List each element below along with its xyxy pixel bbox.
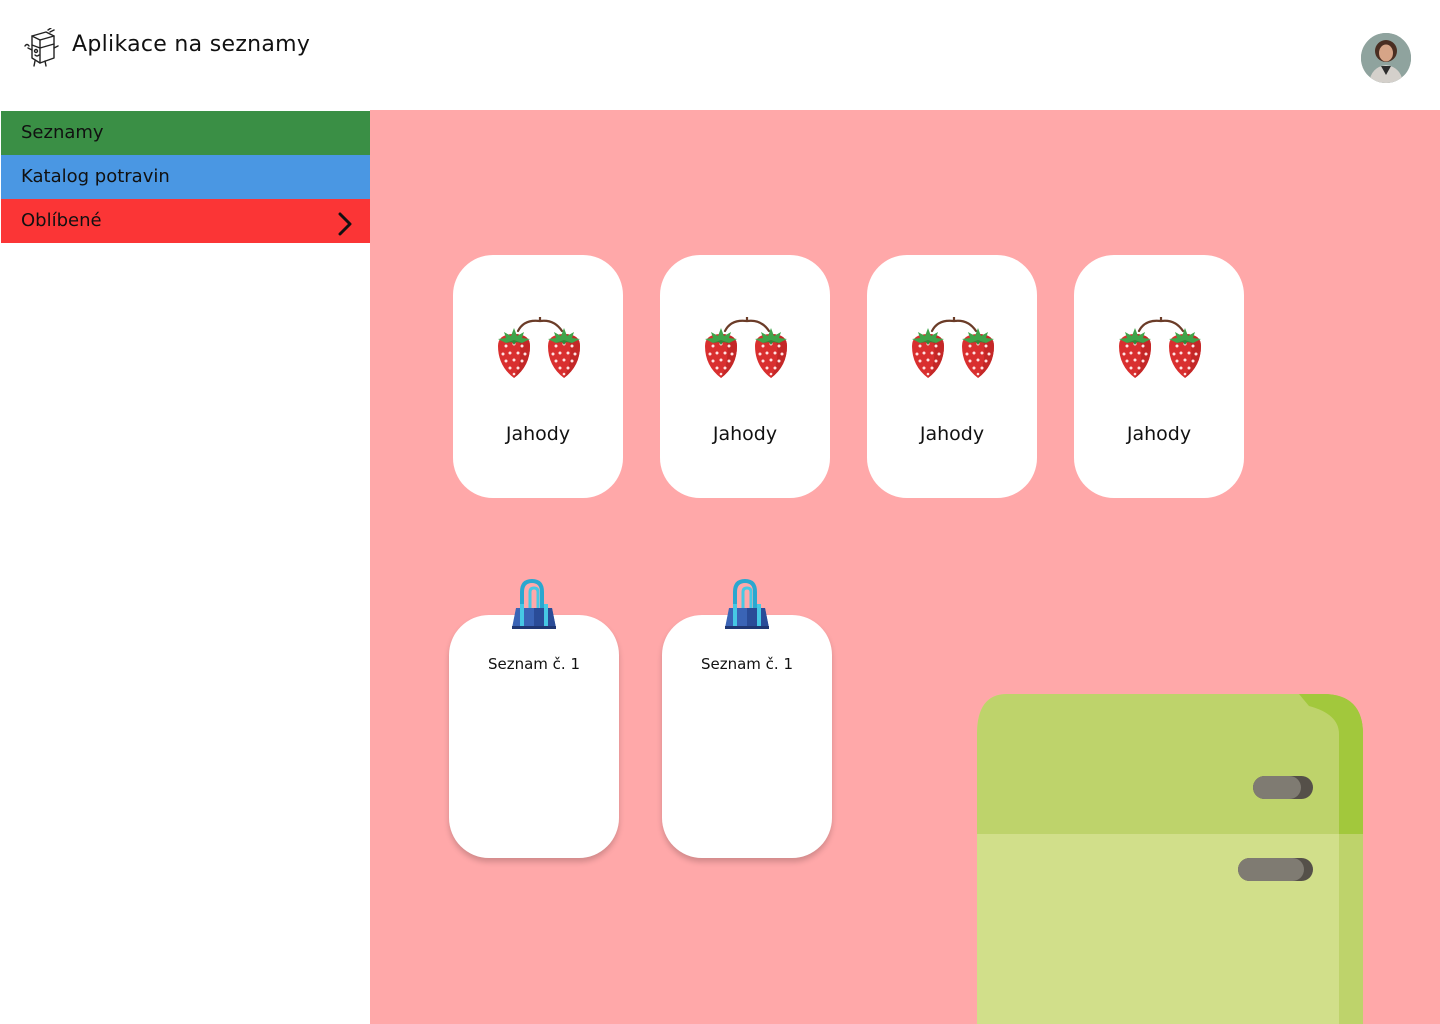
favorite-food-card[interactable]: Jahody [453,255,623,498]
fridge-sketch-icon [22,27,60,68]
app-title: Aplikace na seznamy [72,32,311,57]
food-label: Jahody [505,423,571,445]
strawberry-icon [908,317,1000,385]
favorite-food-card[interactable]: Jahody [660,255,830,498]
food-label: Jahody [712,423,778,445]
app-header: Aplikace na seznamy [0,0,1440,110]
sidebar-item-label: Seznamy [21,122,104,143]
food-label: Jahody [919,423,985,445]
sidebar-item-label: Oblíbené [21,210,102,231]
strawberry-icon [701,317,793,385]
strawberry-icon [1115,317,1207,385]
sidebar-item-seznamy[interactable]: Seznamy [1,111,370,155]
food-label: Jahody [1126,423,1192,445]
chevron-right-icon [332,209,356,236]
list-card[interactable]: Seznam č. 1 [662,615,832,858]
main-content: Jahody Jahody Jahody Jahody Seznam č. 1 … [370,110,1440,1024]
sidebar: Seznamy Katalog potravin Oblíbené [0,110,371,1024]
sidebar-item-katalog-potravin[interactable]: Katalog potravin [1,155,370,199]
sidebar-item-oblibene[interactable]: Oblíbené [1,199,370,243]
favorite-food-card[interactable]: Jahody [1074,255,1244,498]
favorite-food-card[interactable]: Jahody [867,255,1037,498]
binder-clip-icon [723,579,771,631]
binder-clip-icon [510,579,558,631]
fridge-icon [977,694,1363,1024]
user-avatar[interactable] [1361,33,1411,83]
list-card[interactable]: Seznam č. 1 [449,615,619,858]
strawberry-icon [494,317,586,385]
sidebar-item-label: Katalog potravin [21,166,170,187]
list-title: Seznam č. 1 [700,655,794,673]
list-title: Seznam č. 1 [487,655,581,673]
